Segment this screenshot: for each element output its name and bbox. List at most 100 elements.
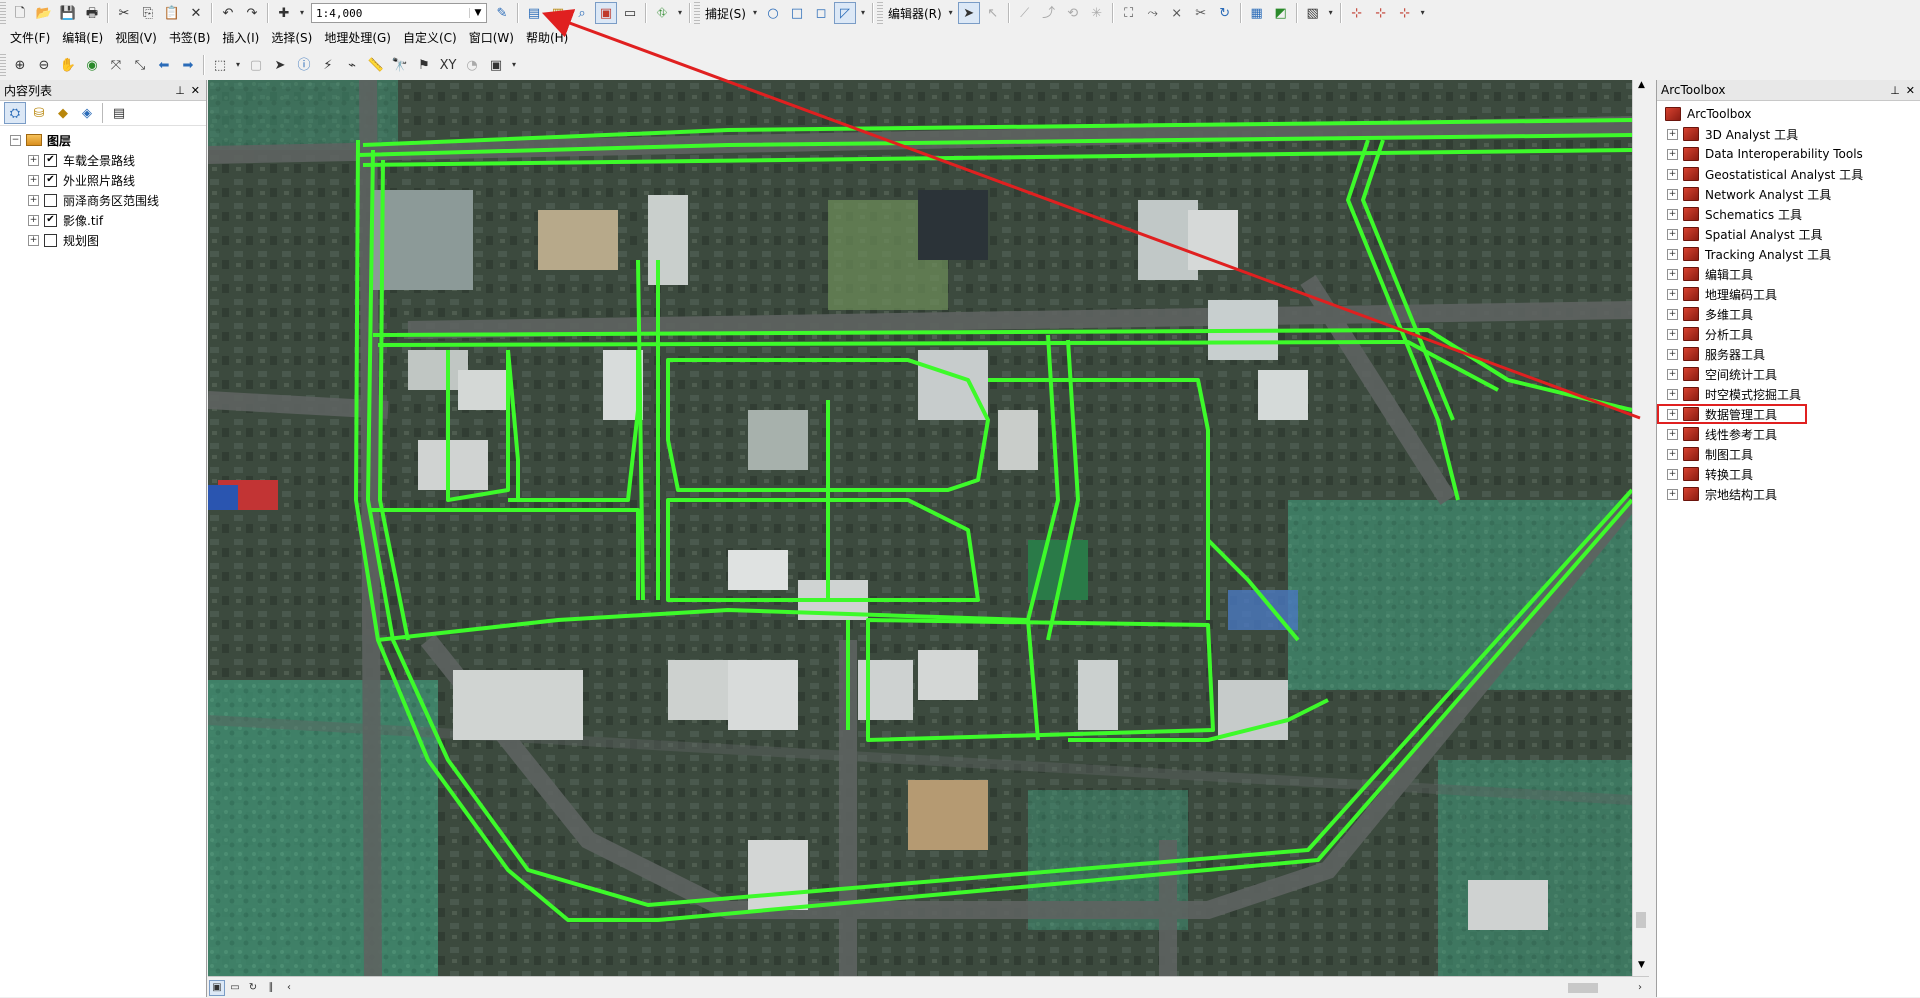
expand-icon[interactable]: +: [1667, 228, 1678, 240]
map-vertical-scrollbar[interactable]: ▲ ▼: [1632, 80, 1650, 976]
editor-menu[interactable]: 编辑器(R): [885, 5, 945, 22]
toolbox-item[interactable]: + Data Interoperability Tools: [1657, 144, 1920, 164]
layer-item[interactable]: + ✔ 影像.tif: [0, 210, 206, 230]
split-icon[interactable]: ✂: [1190, 2, 1212, 24]
menu-windows[interactable]: 窗口(W): [463, 28, 520, 48]
toolbar-grip[interactable]: [0, 54, 6, 76]
georef-link-table-icon[interactable]: ⊹: [1370, 2, 1392, 24]
select-features-icon[interactable]: ⬚: [209, 54, 231, 76]
attributes-icon[interactable]: ▦: [1246, 2, 1268, 24]
chevron-down-icon[interactable]: ▾: [946, 2, 956, 24]
toolbar-grip[interactable]: [0, 2, 6, 24]
layer-visibility-checkbox[interactable]: ✔: [44, 153, 57, 167]
edge-snap-icon[interactable]: ◸: [833, 2, 856, 24]
scroll-up-arrow-icon[interactable]: ▲: [1633, 80, 1650, 96]
chevron-down-icon[interactable]: ▾: [1326, 2, 1336, 24]
georef-link-icon[interactable]: ⊹: [1346, 2, 1368, 24]
point-icon[interactable]: ✳: [1086, 2, 1108, 24]
snapping-menu[interactable]: 捕捉(S): [702, 5, 749, 22]
viewer-window-icon[interactable]: ▣: [485, 54, 507, 76]
scroll-down-arrow-icon[interactable]: ▼: [1633, 960, 1650, 976]
toolbox-item[interactable]: + 多维工具: [1657, 304, 1920, 324]
expand-icon[interactable]: +: [1667, 308, 1678, 320]
pin-icon[interactable]: ⊥: [175, 84, 185, 97]
chevron-down-icon[interactable]: ▾: [233, 54, 243, 76]
scroll-thumb[interactable]: [1636, 912, 1646, 928]
chevron-down-icon[interactable]: ▾: [509, 54, 519, 76]
straight-segment-icon[interactable]: ⟋: [1014, 2, 1036, 24]
expand-icon[interactable]: +: [1667, 288, 1678, 300]
pan-icon[interactable]: ✋: [57, 54, 79, 76]
save-icon[interactable]: 💾: [57, 2, 79, 24]
rotate-icon[interactable]: ↻: [1214, 2, 1236, 24]
modelbuilder-icon[interactable]: ⛗: [651, 2, 673, 24]
toolbox-item[interactable]: + 宗地结构工具: [1657, 484, 1920, 504]
toolbox-item[interactable]: + 服务器工具: [1657, 344, 1920, 364]
scroll-left-arrow-icon[interactable]: ‹: [281, 980, 297, 996]
toolbox-item[interactable]: +3D Analyst 工具: [1657, 124, 1920, 144]
expand-icon[interactable]: +: [28, 234, 39, 246]
expand-icon[interactable]: +: [1667, 428, 1678, 440]
layer-item[interactable]: + 规划图: [0, 230, 206, 250]
list-by-drawing-order-icon[interactable]: ⛭: [4, 102, 26, 124]
edit-vertices-icon[interactable]: ⛶: [1118, 2, 1140, 24]
search-window-icon[interactable]: ⌕: [571, 2, 593, 24]
expand-icon[interactable]: +: [1667, 168, 1678, 180]
copy-icon[interactable]: ⎘: [137, 2, 159, 24]
expand-icon[interactable]: +: [1667, 128, 1678, 140]
toolbox-item[interactable]: + 编辑工具: [1657, 264, 1920, 284]
cut-polygons-icon[interactable]: ⨯: [1166, 2, 1188, 24]
toolbox-item[interactable]: + 转换工具: [1657, 464, 1920, 484]
create-features-icon[interactable]: ▧: [1302, 2, 1324, 24]
expand-icon[interactable]: +: [1667, 388, 1678, 400]
layout-view-icon[interactable]: ▭: [227, 980, 243, 996]
zoom-out-icon[interactable]: ⊖: [33, 54, 55, 76]
delete-icon[interactable]: ✕: [185, 2, 207, 24]
layer-visibility-checkbox[interactable]: [44, 193, 57, 207]
list-by-source-icon[interactable]: ⛁: [28, 102, 50, 124]
chevron-down-icon[interactable]: ▾: [858, 2, 868, 24]
back-extent-icon[interactable]: ⬅: [153, 54, 175, 76]
expand-icon[interactable]: +: [1667, 208, 1678, 220]
chevron-down-icon[interactable]: ▼: [469, 8, 486, 18]
catalog-window-icon[interactable]: ▥: [547, 2, 569, 24]
toolbox-item[interactable]: + Tracking Analyst 工具: [1657, 244, 1920, 264]
undo-icon[interactable]: ↶: [217, 2, 239, 24]
toolbox-item[interactable]: + Schematics 工具: [1657, 204, 1920, 224]
toolbar-grip[interactable]: [876, 2, 883, 24]
trace-icon[interactable]: ⟲: [1062, 2, 1084, 24]
menu-insert[interactable]: 插入(I): [216, 28, 265, 48]
arctoolbox-root[interactable]: ArcToolbox: [1657, 104, 1920, 124]
expand-icon[interactable]: +: [1667, 268, 1678, 280]
print-icon[interactable]: 🖶: [81, 2, 103, 24]
measure-icon[interactable]: 📏: [365, 54, 387, 76]
expand-icon[interactable]: +: [1667, 368, 1678, 380]
toolbox-item[interactable]: + 空间统计工具: [1657, 364, 1920, 384]
menu-file[interactable]: 文件(F): [4, 28, 56, 48]
find-icon[interactable]: 🔭: [389, 54, 411, 76]
zoom-in-icon[interactable]: ⊕: [9, 54, 31, 76]
time-slider-icon[interactable]: ◔: [461, 54, 483, 76]
toolbox-item[interactable]: + 线性参考工具: [1657, 424, 1920, 444]
expand-icon[interactable]: +: [1667, 328, 1678, 340]
collapse-icon[interactable]: −: [10, 134, 21, 146]
identify-icon[interactable]: ⓘ: [293, 54, 315, 76]
menu-help[interactable]: 帮助(H): [520, 28, 574, 48]
expand-icon[interactable]: +: [28, 194, 39, 206]
layer-item[interactable]: + 丽泽商务区范围线: [0, 190, 206, 210]
arctoolbox-window-icon[interactable]: ▣: [595, 2, 617, 24]
new-document-icon[interactable]: 🗋: [9, 2, 31, 24]
end-snap-icon[interactable]: □: [786, 2, 808, 24]
toolbox-item[interactable]: + 时空模式挖掘工具: [1657, 384, 1920, 404]
close-icon[interactable]: ✕: [191, 84, 200, 97]
editor-toolbar-icon[interactable]: ✎: [491, 2, 513, 24]
go-to-xy-icon[interactable]: XY: [437, 54, 459, 76]
list-by-visibility-icon[interactable]: ◆: [52, 102, 74, 124]
expand-icon[interactable]: +: [1667, 468, 1678, 480]
chevron-down-icon[interactable]: ▾: [675, 2, 685, 24]
add-data-icon[interactable]: ✚: [273, 2, 295, 24]
georef-delete-link-icon[interactable]: ⊹: [1394, 2, 1416, 24]
menu-view[interactable]: 视图(V): [109, 28, 163, 48]
clear-selection-icon[interactable]: ▢: [245, 54, 267, 76]
find-route-icon[interactable]: ⚑: [413, 54, 435, 76]
